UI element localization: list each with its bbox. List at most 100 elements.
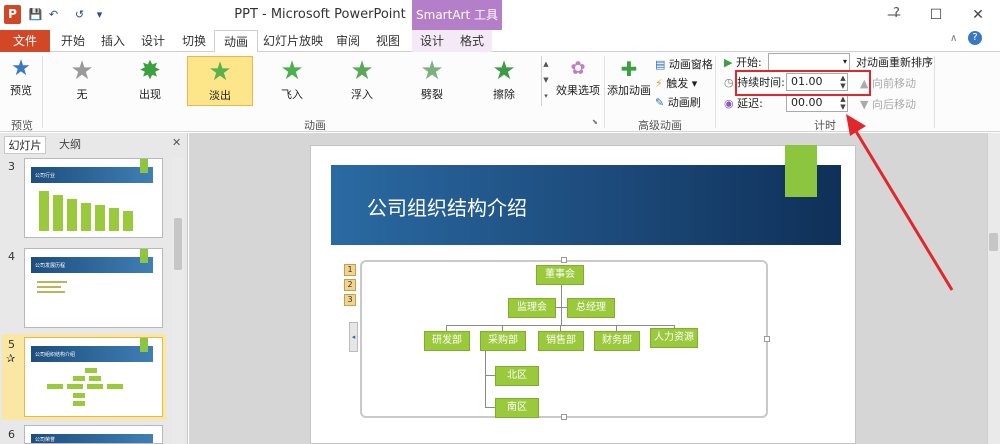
animation-label: 飞入 bbox=[281, 88, 303, 101]
add-animation-button[interactable]: ✚ 添加动画 bbox=[606, 56, 652, 100]
org-node-dept[interactable]: 人力资源部 bbox=[650, 328, 698, 361]
thumb-node bbox=[107, 384, 123, 389]
slide-thumbnail-4[interactable]: 公司发展历程 bbox=[24, 248, 163, 328]
slide-thumbnail-6[interactable]: 公司荣誉 bbox=[24, 425, 163, 444]
tab-smartart-design[interactable]: 设计 bbox=[412, 30, 452, 52]
tab-outline[interactable]: 大纲 bbox=[50, 136, 90, 154]
slide-number: 5 bbox=[8, 338, 15, 351]
connector-line bbox=[485, 350, 486, 408]
arrow-shaft bbox=[852, 127, 954, 291]
thumb-line bbox=[37, 291, 65, 293]
animation-label: 出现 bbox=[139, 88, 161, 101]
org-node-dept[interactable]: 财务部 bbox=[594, 331, 640, 351]
tab-home[interactable]: 开始 bbox=[54, 30, 92, 52]
effect-options-button[interactable]: ✿ 效果选项 bbox=[555, 56, 601, 100]
slide-thumbnail-3[interactable]: 公司行业 bbox=[24, 158, 163, 238]
resize-handle[interactable] bbox=[561, 414, 567, 420]
animation-label: 淡出 bbox=[209, 89, 231, 102]
org-node-dept[interactable]: 销售部 bbox=[538, 331, 584, 351]
animation-float-in[interactable]: ★ 浮入 bbox=[329, 56, 395, 106]
panel-scroll-thumb[interactable] bbox=[174, 218, 182, 270]
animation-order-tag[interactable]: 3 bbox=[344, 294, 356, 306]
slide-number: 3 bbox=[8, 160, 15, 173]
star-icon: ★ bbox=[70, 56, 94, 86]
org-node-south[interactable]: 南区 bbox=[495, 398, 539, 418]
animation-none[interactable]: ★ 无 bbox=[49, 56, 115, 106]
ribbon-collapse-icon[interactable]: ∧ bbox=[950, 33, 957, 44]
resize-handle[interactable] bbox=[764, 336, 770, 342]
org-node-ceo[interactable]: 总经理 bbox=[567, 298, 615, 318]
panel-close-icon[interactable]: ✕ bbox=[172, 136, 181, 149]
delay-label-row: ◉ 延迟: bbox=[724, 95, 763, 113]
star-icon: ★ bbox=[350, 56, 374, 86]
thumb-node bbox=[87, 384, 103, 389]
add-animation-label: 添加动画 bbox=[607, 84, 651, 97]
move-earlier-button[interactable]: ▲ 向前移动 bbox=[860, 75, 916, 93]
animation-fly-in[interactable]: ★ 飞入 bbox=[259, 56, 325, 106]
tab-view[interactable]: 视图 bbox=[368, 30, 408, 52]
timing-group-label: 计时 bbox=[814, 119, 836, 132]
panel-scrollbar[interactable] bbox=[172, 157, 184, 444]
animation-painter-button[interactable]: ✎ 动画刷 bbox=[655, 94, 701, 112]
tab-review[interactable]: 审阅 bbox=[328, 30, 368, 52]
trigger-button[interactable]: ⚡ 触发 ▾ bbox=[655, 75, 697, 93]
star-icon: ★ bbox=[208, 57, 232, 87]
editor-scroll-thumb[interactable] bbox=[989, 233, 998, 251]
slide-number: 4 bbox=[8, 250, 15, 263]
smartart-text-pane-toggle[interactable]: ◂ bbox=[349, 322, 358, 352]
animation-wipe[interactable]: ★ 擦除 bbox=[471, 56, 537, 106]
tab-insert[interactable]: 插入 bbox=[94, 30, 132, 52]
divider bbox=[42, 56, 43, 128]
smartart-tools-label: SmartArt 工具 bbox=[412, 0, 502, 30]
move-earlier-icon: ▲ bbox=[860, 77, 872, 90]
slide-thumbnail-5[interactable]: 公司组织结构介绍 bbox=[24, 337, 163, 417]
animation-fade[interactable]: ★ 淡出 bbox=[187, 56, 253, 106]
tab-smartart-format[interactable]: 格式 bbox=[452, 30, 492, 52]
resize-handle[interactable] bbox=[561, 257, 567, 263]
tab-file[interactable]: 文件 bbox=[0, 30, 50, 52]
animation-split[interactable]: ★ 劈裂 bbox=[399, 56, 465, 106]
thumb-node bbox=[89, 376, 101, 381]
thumb-title: 公司发展历程 bbox=[35, 263, 66, 269]
tab-transitions[interactable]: 切换 bbox=[174, 30, 214, 52]
divider bbox=[715, 56, 716, 128]
org-node-dept[interactable]: 采购部 bbox=[480, 331, 526, 351]
tab-design[interactable]: 设计 bbox=[134, 30, 172, 52]
maximize-button[interactable]: ☐ bbox=[922, 4, 950, 26]
thumb-accent bbox=[140, 249, 148, 263]
preview-star-icon: ★ bbox=[11, 56, 31, 81]
animation-painter-label: 动画刷 bbox=[667, 96, 701, 109]
tab-animations[interactable]: 动画 bbox=[214, 30, 258, 53]
window-title: PPT - Microsoft PowerPoint bbox=[234, 7, 406, 22]
thumb-line bbox=[37, 281, 67, 283]
animation-appear[interactable]: ✸ 出现 bbox=[117, 56, 183, 106]
editor-scrollbar[interactable] bbox=[987, 133, 1000, 444]
org-node-dept[interactable]: 研发部 bbox=[424, 331, 470, 351]
gallery-scroll[interactable]: ▲ ▼ ▾ bbox=[541, 56, 550, 106]
connector-line bbox=[485, 407, 495, 408]
delay-icon: ◉ bbox=[724, 97, 738, 110]
org-node-supervisory[interactable]: 监理会 bbox=[508, 298, 556, 318]
connector-line bbox=[561, 285, 562, 325]
animation-order-tag[interactable]: 1 bbox=[344, 264, 356, 276]
thumb-bar bbox=[53, 195, 63, 231]
org-node-board[interactable]: 董事会 bbox=[536, 265, 584, 285]
close-button[interactable]: ✕ bbox=[964, 4, 992, 26]
advanced-animation-group-label: 高级动画 bbox=[638, 119, 682, 132]
tab-slides[interactable]: 幻灯片 bbox=[4, 136, 46, 154]
animation-order-tag[interactable]: 2 bbox=[344, 279, 356, 291]
help-icon[interactable]: ? bbox=[968, 31, 982, 45]
preview-button[interactable]: ★ 预览 bbox=[6, 56, 36, 100]
animation-pane-button[interactable]: ▤ 动画窗格 bbox=[655, 56, 713, 74]
animation-pane-icon: ▤ bbox=[655, 58, 669, 71]
org-node-north[interactable]: 北区 bbox=[495, 366, 539, 386]
animation-label: 劈裂 bbox=[421, 88, 443, 101]
minimize-button[interactable]: — bbox=[880, 4, 908, 26]
start-icon: ▶ bbox=[724, 56, 736, 69]
start-dropdown[interactable]: ▾ bbox=[768, 53, 850, 71]
thumb-line bbox=[37, 286, 61, 288]
dialog-launcher-icon[interactable]: ⬊ bbox=[592, 118, 598, 126]
add-animation-icon: ✚ bbox=[620, 57, 638, 81]
tab-slideshow[interactable]: 幻灯片放映 bbox=[260, 30, 326, 52]
slide-title[interactable]: 公司组织结构介绍 bbox=[367, 192, 527, 221]
